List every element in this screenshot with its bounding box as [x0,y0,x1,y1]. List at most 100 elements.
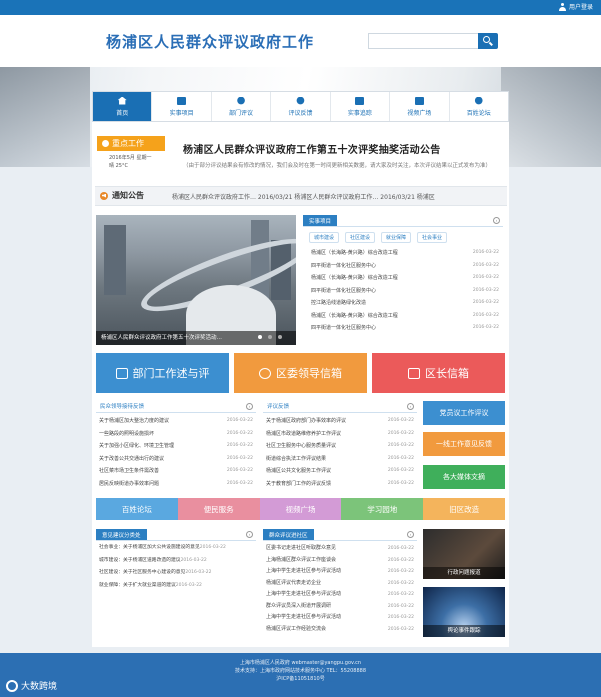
item-title: 社区菜市场卫生条件需改善 [99,468,160,474]
category-4[interactable]: 旧区改造 [423,498,505,520]
item-title: 社区建设：关于社区服务中心建设的意见 [99,570,186,575]
item-date: 2016-03-22 [387,592,414,597]
notice-ticker[interactable]: 杨浦区人民群众评议政府工作… 2016/03/21 杨浦区人民群众评议政府工作…… [172,192,502,201]
list-item[interactable]: 社区建设：关于社区服务中心建设的意见2016-03-22 [99,568,253,578]
thumb-caption: 行政问题报道 [423,567,505,579]
item-title: 杨浦区公共文化服务工作评议 [266,468,332,474]
list-item[interactable]: 城市建设：关于杨浦区道路改造的建议2016-03-22 [99,556,253,566]
nav-department[interactable]: 部门评议 [212,92,272,121]
item-title: 关于杨浦区政府部门办事效率的评议 [266,418,347,424]
list-item[interactable]: 四平街道一体化社区服务中心 2016-03-22 [311,285,499,298]
list-item[interactable]: 杨浦区市政道路维修养护工作评议 2016-03-22 [266,428,414,441]
list-item[interactable]: 社区菜市场卫生条件需改善 2016-03-22 [99,465,253,478]
more-icon[interactable]: › [246,403,253,410]
list-item[interactable]: 杨浦区评议工作经验交流会 2016-03-22 [266,624,414,636]
item-date: 2016-03-22 [387,546,414,551]
more-icon[interactable]: › [407,531,414,538]
speaker-icon [100,191,108,200]
thumb-admin-report[interactable]: 行政问题报道 [423,529,505,579]
list-item[interactable]: 一些路段的照明设施损坏 2016-03-22 [99,428,253,441]
project-tabs: 城市建设 社区建设 就业保障 社会事业 [303,227,503,247]
headline-title[interactable]: 杨浦区人民群众评议政府工作第五十次评奖抽奖活动公告 [183,141,441,156]
mayor-mailbox-button[interactable]: 区长信箱 [372,353,505,393]
item-date: 2016-03-22 [472,300,499,305]
list-item[interactable]: 杨浦区评议代表走访企业 2016-03-22 [266,578,414,590]
list-item[interactable]: 杨浦区（长海路-黄兴路）综合改造工程 2016-03-22 [311,272,499,285]
item-title: 一些路段的照明设施损坏 [99,430,155,437]
list-item[interactable]: 关于加强小区绿化、环境卫生管理 2016-03-22 [99,440,253,453]
date-text: 2016年5月 星期一 [109,155,152,161]
slide-dot[interactable] [278,335,282,339]
list-item[interactable]: 四平街道一体化社区服务中心 2016-03-22 [311,260,499,273]
item-title: 关于加强小区绿化、环境卫生管理 [99,443,175,449]
category-1[interactable]: 便民服务 [177,498,260,520]
item-date: 2016-03-22 [387,580,414,586]
list-item[interactable]: 上海中学生走进社区参与评议活动 2016-03-22 [266,589,414,601]
mail-icon [259,367,271,379]
list-item[interactable]: 控江路沿线道路绿化改造 2016-03-22 [311,297,499,310]
list-item[interactable]: 杨浦区（长海路-黄兴路）综合改造工程 2016-03-22 [311,310,499,323]
department-review-button[interactable]: 部门工作述与评 [96,353,229,393]
nav-tracking[interactable]: 实事追踪 [331,92,391,121]
list-item[interactable]: 街道综合执法工作评议结果 2016-03-22 [266,453,414,466]
list-item[interactable]: 社会事业：关于杨浦区加大公共设施建设的意见2016-03-22 [99,543,253,553]
category-0[interactable]: 百姓论坛 [96,498,178,520]
nav-projects[interactable]: 实事项目 [152,92,212,121]
tab-city[interactable]: 城市建设 [309,232,340,243]
photo-caption[interactable]: 杨浦区人民群众评议政府工作第五十次评奖活动… [96,331,296,345]
item-date: 2016-03-22 [387,569,414,574]
nav-forum[interactable]: 百姓论坛 [450,92,508,121]
party-review-button[interactable]: 党员议工作评议 [423,401,505,425]
item-title: 杨浦区（长海路-黄兴路）综合改造工程 [311,312,398,319]
list-item[interactable]: 关于改善公共交通出行的建议 2016-03-22 [99,453,253,466]
more-icon[interactable]: › [407,403,414,410]
list-item[interactable]: 社区卫生服务中心服务质量评议 2016-03-22 [266,440,414,453]
slide-dot[interactable] [258,335,262,339]
list-item[interactable]: 区委书记走进社区听取群众意见 2016-03-22 [266,543,414,555]
frontline-feedback-button[interactable]: 一线工作意见反馈 [423,432,505,456]
nav-feedback[interactable]: 评议反馈 [271,92,331,121]
list-item[interactable]: 四平街道一体化社区服务中心 2016-03-22 [311,322,499,335]
list-item[interactable]: 关于杨浦区政府部门办事效率的评议 2016-03-22 [266,415,414,428]
list-item[interactable]: 群众评议员深入街道开展调研 2016-03-22 [266,601,414,613]
item-date: 2016-03-22 [387,626,414,632]
leader-mailbox-button[interactable]: 区委领导信箱 [234,353,367,393]
media-digest-button[interactable]: 各大媒体文摘 [423,465,505,489]
slide-dot[interactable] [268,335,272,339]
category-3[interactable]: 学习园地 [341,498,424,520]
search-input[interactable] [368,33,478,49]
list-item[interactable]: 上海杨浦区群众评议工作座谈会 2016-03-22 [266,555,414,567]
tab-community[interactable]: 社区建设 [345,232,376,243]
item-date: 2016-03-22 [226,468,253,473]
headline-summary: （由于部分评议结果会有修改的情况，我们会及时在第一时间更新相关数据，请大家及时关… [183,163,492,169]
item-title: 关于改善公共交通出行的建议 [99,455,165,462]
nav-home[interactable]: 首页 [93,92,153,121]
item-date: 2016-03-22 [472,250,499,255]
item-title: 群众评议员深入街道开展调研 [266,602,332,609]
login-link[interactable]: 用户登录 [558,2,593,11]
list-item[interactable]: 关于教育部门工作的评议反馈 2016-03-22 [266,478,414,491]
news-photo[interactable] [96,215,296,345]
footer-line: 技术支持：上海市政府网站技术服务中心 TEL：55208888 [234,668,367,674]
list-item[interactable]: 杨浦区公共文化服务工作评议 2016-03-22 [266,465,414,478]
list-item[interactable]: 居民反映街道办事效率问题 2016-03-22 [99,478,253,491]
footer: 上海市杨浦区人民政府 webmaster@yangpu.gov.cn 技术支持：… [0,653,601,697]
panel-title: 评议反馈 [267,404,290,410]
item-date: 2016-03-22 [472,262,499,268]
search-button[interactable] [478,33,498,49]
tab-social[interactable]: 社会事业 [417,232,448,243]
list-item[interactable]: 关于杨浦区加大整治力度的建议 2016-03-22 [99,415,253,428]
more-icon[interactable]: › [246,531,253,538]
list-item[interactable]: 杨浦区（长海路-黄兴路）综合改造工程 2016-03-22 [311,247,499,260]
item-date: 2016-03-22 [387,430,414,436]
chat-icon [296,96,305,105]
list-item[interactable]: 上海中学生走进社区参与评议活动 2016-03-22 [266,566,414,578]
nav-video[interactable]: 视频广场 [390,92,450,121]
list-item[interactable]: 就业保障：关于扩大就业渠道的建议2016-03-22 [99,581,253,591]
tab-employment[interactable]: 就业保障 [381,232,412,243]
list-item[interactable]: 上海中学生走进社区参与评议活动 2016-03-22 [266,612,414,624]
item-date: 2016-03-22 [387,615,414,620]
category-2[interactable]: 视频广场 [259,498,342,520]
more-icon[interactable]: › [493,217,500,224]
thumb-opinion-tracking[interactable]: 舆论事件跟踪 [423,587,505,637]
